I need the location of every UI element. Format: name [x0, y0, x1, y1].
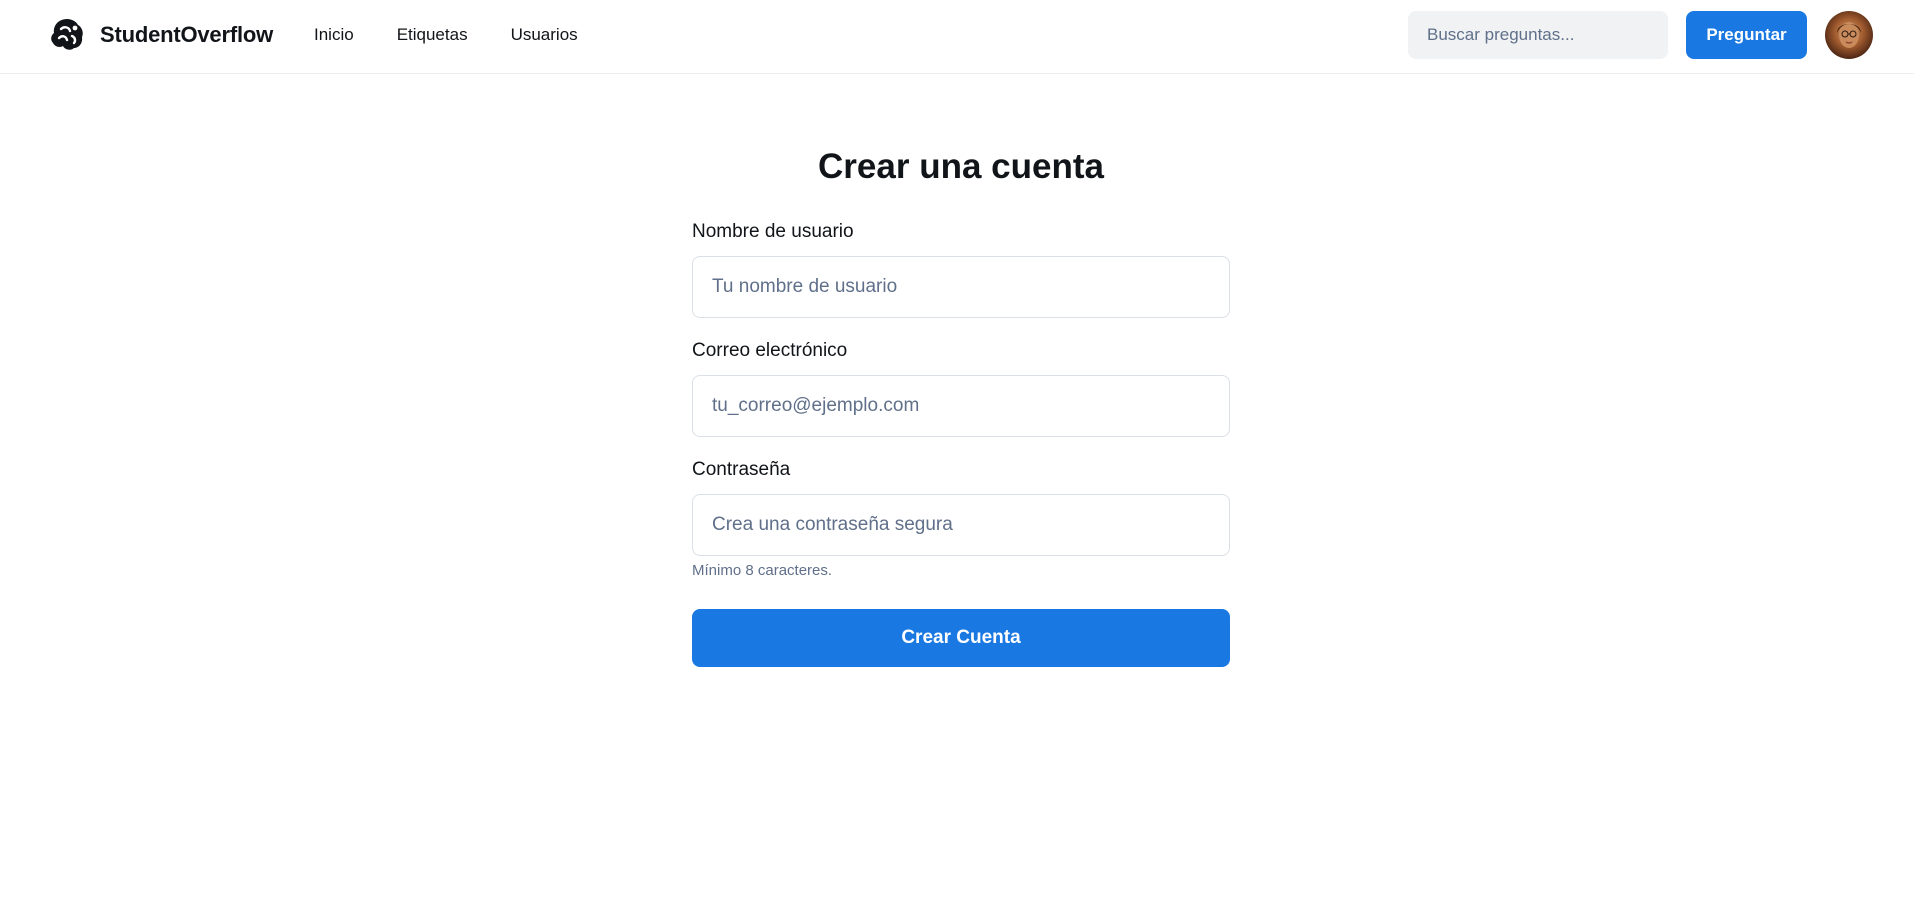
nav-link-etiquetas[interactable]: Etiquetas — [397, 24, 468, 46]
user-avatar[interactable] — [1825, 11, 1873, 59]
email-field[interactable] — [692, 375, 1230, 437]
password-label: Contraseña — [692, 459, 791, 480]
password-field[interactable] — [692, 494, 1230, 556]
brand-name: StudentOverflow — [100, 22, 274, 47]
password-hint: Mínimo 8 caracteres. — [692, 562, 833, 579]
avatar-portrait-icon — [1837, 22, 1861, 48]
create-account-button[interactable]: Crear Cuenta — [692, 609, 1230, 667]
nav-link-usuarios[interactable]: Usuarios — [511, 24, 578, 46]
username-field[interactable] — [692, 256, 1230, 318]
ask-question-button[interactable]: Preguntar — [1686, 11, 1807, 59]
main-nav: Inicio Etiquetas Usuarios — [314, 24, 621, 46]
nav-link-inicio[interactable]: Inicio — [314, 24, 354, 46]
search-input[interactable] — [1408, 11, 1668, 59]
username-label: Nombre de usuario — [692, 221, 854, 242]
top-navbar: StudentOverflow Inicio Etiquetas Usuario… — [0, 0, 1914, 74]
page-title: Crear una cuenta — [818, 147, 1104, 186]
logo-icon — [48, 15, 86, 55]
brand-link[interactable]: StudentOverflow — [48, 15, 273, 55]
email-label: Correo electrónico — [692, 340, 848, 361]
